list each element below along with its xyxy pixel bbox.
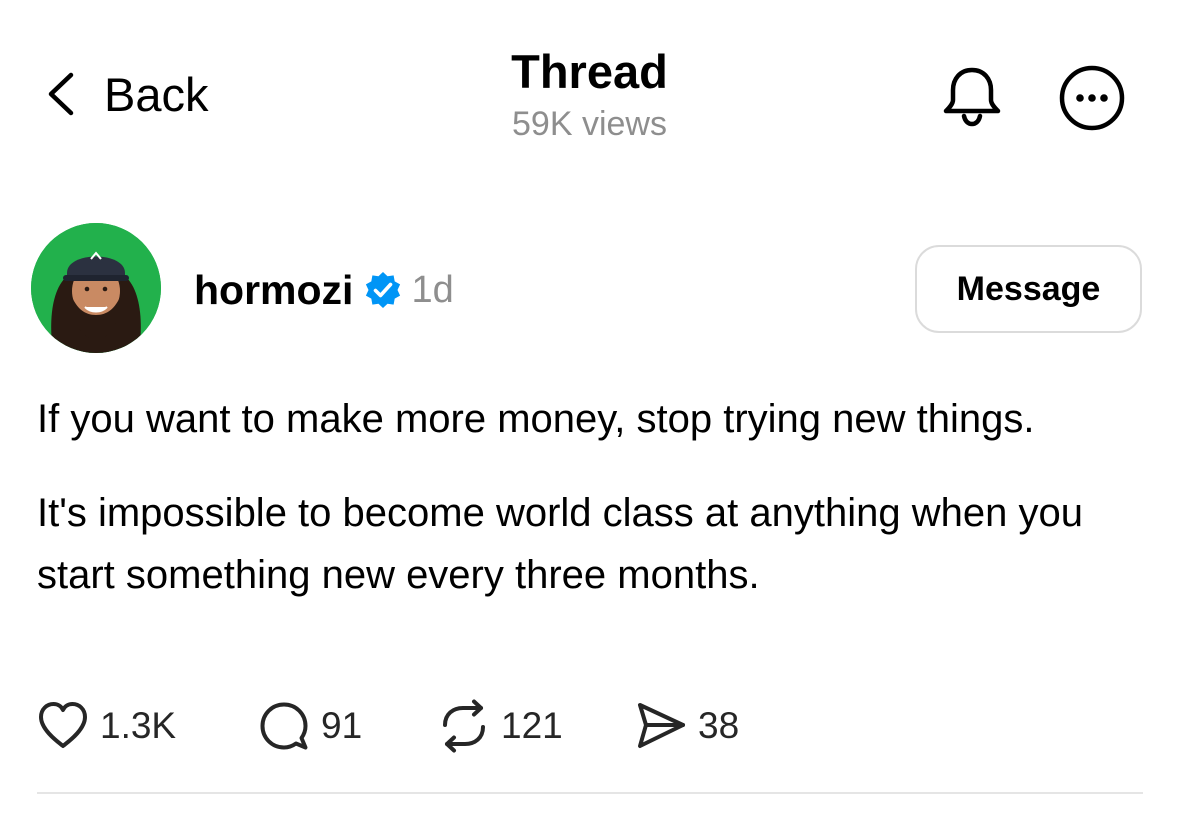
post-paragraph: If you want to make more money, stop try… [37,397,1035,441]
post-body: If you want to make more money, stop try… [37,388,1147,606]
share-icon [638,703,685,748]
like-button[interactable]: 1.3K [36,699,257,753]
bell-icon[interactable] [936,60,1008,132]
reply-button[interactable]: 91 [257,699,437,753]
share-count: 38 [698,705,740,746]
username[interactable]: hormozi [194,267,353,314]
avatar-image [31,223,161,353]
more-icon[interactable] [1056,62,1128,134]
like-count: 1.3K [100,705,177,746]
verified-badge-icon [366,272,401,308]
post-paragraph: It's impossible to become world class at… [37,491,1083,597]
message-button[interactable]: Message [915,245,1142,333]
post-meta: hormozi 1d [194,262,454,318]
share-button[interactable]: 38 [634,699,739,753]
repost-count: 121 [501,705,563,746]
avatar[interactable] [31,223,161,353]
repost-button[interactable]: 121 [437,699,634,753]
post-time: 1d [411,268,454,311]
post-actions: 1.3K 91 121 38 [36,698,739,754]
divider [37,792,1143,794]
reply-count: 91 [321,705,363,746]
heart-icon [39,702,87,748]
comment-icon [260,702,308,750]
thread-page: Back Thread 59K views hormozi 1d Message… [0,0,1179,817]
repost-icon [443,699,485,753]
